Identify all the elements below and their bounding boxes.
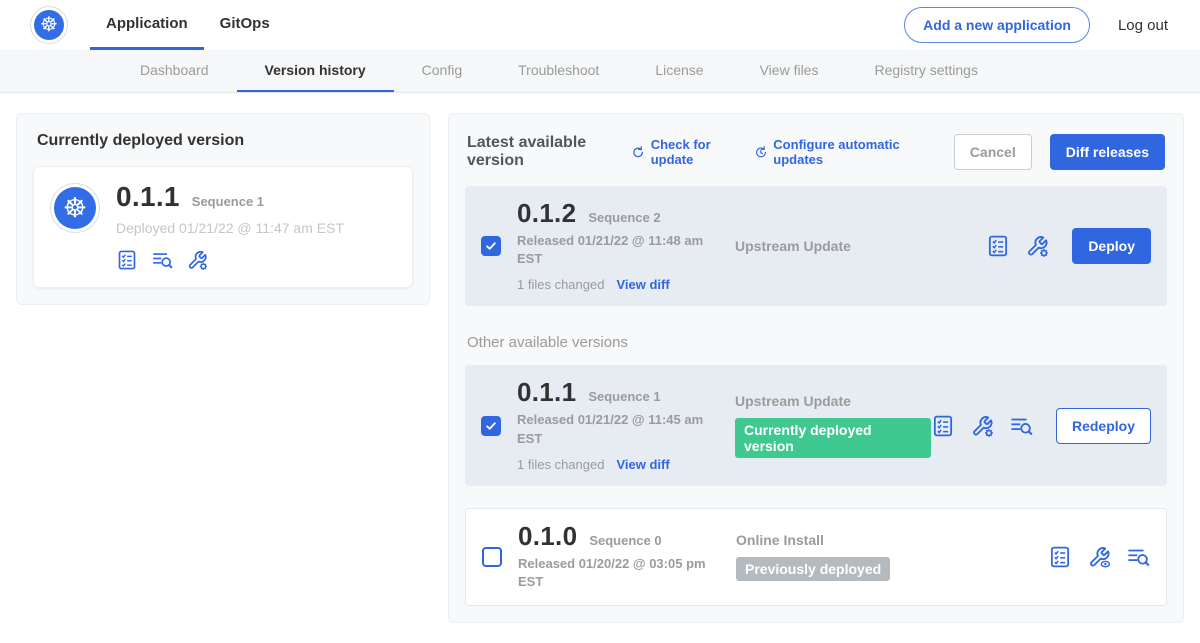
cancel-button[interactable]: Cancel <box>954 134 1032 170</box>
version-source: Online Install Previously deployed <box>732 532 1048 581</box>
deployed-version-sequence: Sequence 1 <box>192 194 264 209</box>
view-config-icon[interactable] <box>1087 545 1111 569</box>
diff-releases-button[interactable]: Diff releases <box>1050 134 1165 170</box>
main-content: Currently deployed version ☸ 0.1.1 Seque… <box>0 93 1200 643</box>
latest-version-title: Latest available version <box>467 134 613 170</box>
configure-auto-updates-link[interactable]: Configure automatic updates <box>754 137 918 167</box>
kubernetes-icon: ☸ <box>54 187 96 229</box>
check-for-update-label: Check for update <box>651 137 736 167</box>
files-changed-line: 1 files changed View diff <box>517 277 731 292</box>
version-sequence: Sequence 1 <box>588 389 660 404</box>
latest-version-header: Latest available version Check for updat… <box>467 134 1165 170</box>
version-source: Upstream Update Currently deployed versi… <box>731 393 931 458</box>
deployed-version-info: 0.1.1 Sequence 1 Deployed 01/21/22 @ 11:… <box>116 183 344 271</box>
view-logs-icon[interactable] <box>151 249 173 271</box>
version-checkbox[interactable] <box>481 236 501 256</box>
version-number: 0.1.2 <box>517 200 576 226</box>
other-versions-label: Other available versions <box>467 334 1165 351</box>
status-badge: Currently deployed version <box>735 418 931 458</box>
version-row-0.1.0: 0.1.0 Sequence 0 Released 01/20/22 @ 03:… <box>465 508 1167 606</box>
edit-config-icon[interactable] <box>1025 234 1049 258</box>
version-checkbox[interactable] <box>481 416 501 436</box>
version-info: 0.1.0 Sequence 0 Released 01/20/22 @ 03:… <box>518 523 732 591</box>
released-timestamp: Released 01/21/22 @ 11:48 am EST <box>517 232 709 268</box>
version-info: 0.1.2 Sequence 2 Released 01/21/22 @ 11:… <box>517 200 731 292</box>
version-checkbox[interactable] <box>482 547 502 567</box>
view-logs-icon[interactable] <box>1126 545 1150 569</box>
source-label: Upstream Update <box>735 238 986 254</box>
top-nav-right: Add a new application Log out <box>904 7 1174 43</box>
top-tab-application[interactable]: Application <box>90 0 204 50</box>
version-actions <box>1048 545 1150 569</box>
preflight-checks-icon[interactable] <box>116 249 138 271</box>
version-number: 0.1.0 <box>518 523 577 549</box>
view-diff-link[interactable]: View diff <box>616 457 669 472</box>
source-label: Upstream Update <box>735 393 931 409</box>
refresh-icon <box>631 144 645 161</box>
preflight-checks-icon[interactable] <box>931 414 955 438</box>
files-changed-label: 1 files changed <box>517 277 604 292</box>
app-logo: ☸ <box>30 6 68 44</box>
version-sequence: Sequence 0 <box>589 533 661 548</box>
version-row-0.1.1: 0.1.1 Sequence 1 Released 01/21/22 @ 11:… <box>465 365 1167 485</box>
status-badge: Previously deployed <box>736 557 890 581</box>
version-info: 0.1.1 Sequence 1 Released 01/21/22 @ 11:… <box>517 379 731 471</box>
version-number: 0.1.1 <box>517 379 576 405</box>
deployed-panel-title: Currently deployed version <box>37 132 413 150</box>
view-logs-icon[interactable] <box>1009 414 1033 438</box>
subnav-item-view-files[interactable]: View files <box>732 50 847 92</box>
logout-button[interactable]: Log out <box>1112 16 1174 35</box>
clock-refresh-icon <box>754 144 768 161</box>
page: ☸ ApplicationGitOps Add a new applicatio… <box>0 0 1200 634</box>
version-sequence: Sequence 2 <box>588 210 660 225</box>
files-changed-label: 1 files changed <box>517 457 604 472</box>
subnav-item-config[interactable]: Config <box>394 50 490 92</box>
view-diff-link[interactable]: View diff <box>616 277 669 292</box>
released-timestamp: Released 01/20/22 @ 03:05 pm EST <box>518 555 710 591</box>
latest-version-row-container: 0.1.2 Sequence 2 Released 01/21/22 @ 11:… <box>465 186 1167 306</box>
currently-deployed-panel: Currently deployed version ☸ 0.1.1 Seque… <box>16 113 430 305</box>
other-versions-list: 0.1.1 Sequence 1 Released 01/21/22 @ 11:… <box>465 365 1167 606</box>
check-for-update-link[interactable]: Check for update <box>631 137 736 167</box>
files-changed-line: 1 files changed View diff <box>517 457 731 472</box>
deploy-button[interactable]: Deploy <box>1072 228 1151 264</box>
version-actions: Redeploy <box>931 408 1151 444</box>
subnav-item-dashboard[interactable]: Dashboard <box>112 50 237 92</box>
subnav-item-troubleshoot[interactable]: Troubleshoot <box>490 50 627 92</box>
redeploy-button[interactable]: Redeploy <box>1056 408 1151 444</box>
deployed-version-card: ☸ 0.1.1 Sequence 1 Deployed 01/21/22 @ 1… <box>33 166 413 288</box>
kubernetes-icon: ☸ <box>34 10 64 40</box>
version-history-panel: Latest available version Check for updat… <box>448 113 1184 623</box>
released-timestamp: Released 01/21/22 @ 11:45 am EST <box>517 411 709 447</box>
preflight-checks-icon[interactable] <box>986 234 1010 258</box>
deployed-version-actions <box>116 249 344 271</box>
preflight-checks-icon[interactable] <box>1048 545 1072 569</box>
add-application-button[interactable]: Add a new application <box>904 7 1090 43</box>
configure-auto-updates-label: Configure automatic updates <box>773 137 918 167</box>
top-tab-gitops[interactable]: GitOps <box>204 0 286 50</box>
edit-config-icon[interactable] <box>186 249 208 271</box>
top-nav-tabs: ApplicationGitOps <box>90 0 286 50</box>
deployed-version-number: 0.1.1 <box>116 183 180 211</box>
subnav-item-license[interactable]: License <box>627 50 731 92</box>
version-source: Upstream Update <box>731 238 986 254</box>
app-logo: ☸ <box>50 183 100 233</box>
deployed-timestamp: Deployed 01/21/22 @ 11:47 am EST <box>116 220 344 236</box>
version-row-0.1.2: 0.1.2 Sequence 2 Released 01/21/22 @ 11:… <box>465 186 1167 306</box>
sub-nav: DashboardVersion historyConfigTroublesho… <box>0 50 1200 93</box>
top-nav: ☸ ApplicationGitOps Add a new applicatio… <box>0 0 1200 50</box>
subnav-item-registry-settings[interactable]: Registry settings <box>846 50 1005 92</box>
subnav-item-version-history[interactable]: Version history <box>237 50 394 92</box>
edit-config-icon[interactable] <box>970 414 994 438</box>
version-actions: Deploy <box>986 228 1151 264</box>
source-label: Online Install <box>736 532 1048 548</box>
